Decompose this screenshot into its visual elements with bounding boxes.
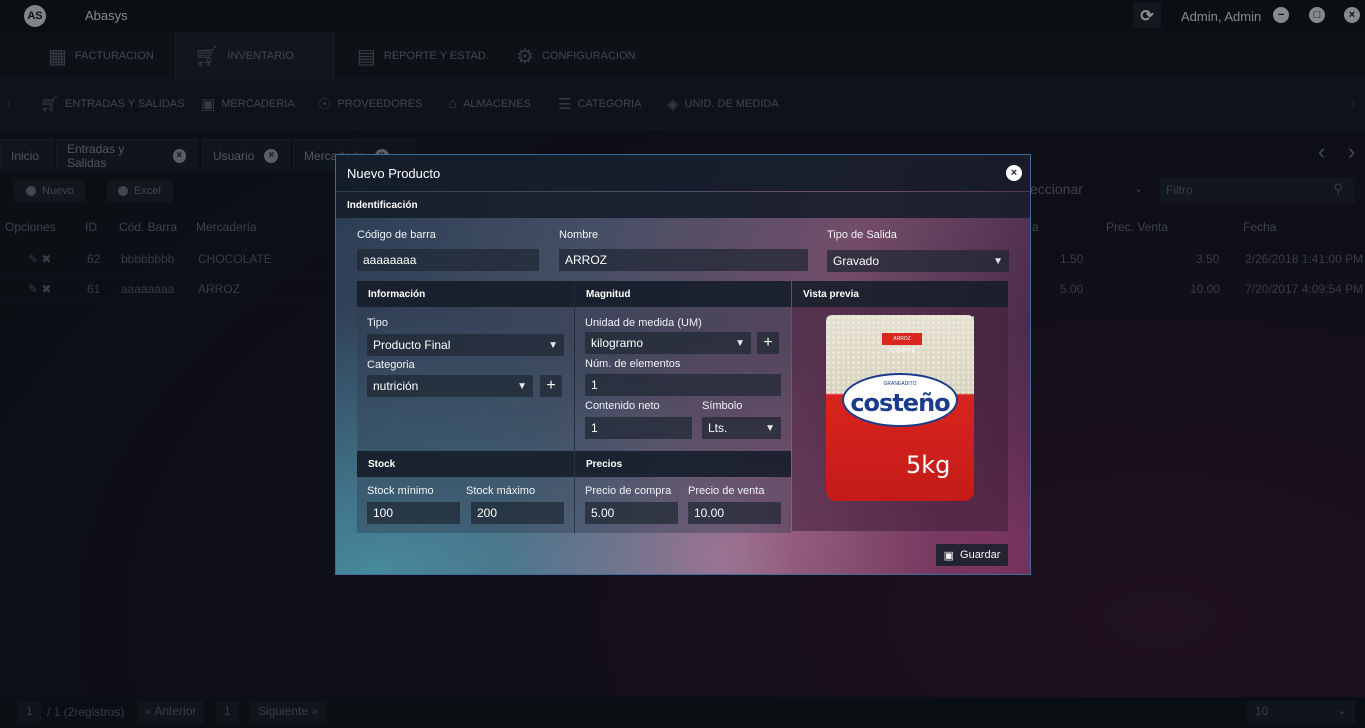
output-type-label: Tipo de Salida — [827, 229, 897, 241]
net-content-label: Contenido neto — [585, 400, 660, 412]
stock-min-field[interactable]: 100 — [367, 502, 460, 524]
output-type-value: Gravado — [833, 254, 880, 268]
type-label: Tipo — [367, 317, 388, 329]
category-value: nutrición — [373, 379, 419, 393]
buy-price-label: Precio de compra — [585, 485, 672, 497]
chevron-down-icon: ▼ — [517, 380, 527, 392]
save-label: Guardar — [960, 549, 1001, 561]
plus-icon: + — [546, 377, 556, 394]
symbol-value: Lts. — [708, 421, 728, 435]
brand-sub: GRANEADITO — [883, 381, 917, 387]
save-button[interactable]: ▣ Guardar — [936, 544, 1008, 566]
section-vista-previa: Vista previa — [792, 281, 1008, 307]
modal-title: Nuevo Producto — [347, 166, 441, 181]
section-stock: Stock — [357, 451, 574, 477]
chevron-down-icon: ▼ — [993, 255, 1003, 267]
barcode-field[interactable]: aaaaaaaa — [357, 249, 539, 271]
sell-price-field[interactable]: 10.00 — [688, 502, 781, 524]
chevron-down-icon: ▼ — [765, 422, 775, 434]
unit-select[interactable]: kilogramo ▼ — [585, 332, 751, 354]
output-type-select[interactable]: Gravado ▼ — [827, 250, 1009, 272]
type-value: Producto Final — [373, 338, 451, 352]
product-tag: ARROZ SUPERIOR — [882, 333, 922, 354]
net-content-field[interactable]: 1 — [585, 417, 692, 439]
unit-label: Unidad de medida (UM) — [585, 317, 702, 329]
symbol-label: Símbolo — [702, 400, 743, 412]
product-bag: ARROZ SUPERIOR GRANEADITO costeño 5kg — [826, 315, 974, 501]
section-precios: Precios — [575, 451, 791, 477]
symbol-select[interactable]: Lts. ▼ — [702, 417, 781, 439]
section-informacion: Información — [357, 281, 574, 307]
add-unit-button[interactable]: + — [757, 332, 779, 354]
unit-value: kilogramo — [591, 336, 644, 350]
type-select[interactable]: Producto Final ▼ — [367, 334, 564, 356]
brand-logo: costeño — [850, 389, 950, 417]
new-product-dialog: Nuevo Producto × Indentificación Código … — [335, 154, 1031, 575]
stock-max-field[interactable]: 200 — [471, 502, 564, 524]
sell-price-label: Precio de venta — [688, 485, 765, 497]
section-identificacion: Indentificación — [336, 192, 1030, 218]
name-label: Nombre — [559, 229, 599, 241]
count-label: Núm. de elementos — [585, 358, 681, 370]
close-icon: × — [1010, 167, 1018, 179]
name-field[interactable]: ARROZ — [559, 249, 808, 271]
save-icon: ▣ — [943, 549, 955, 562]
count-field[interactable]: 1 — [585, 374, 781, 396]
buy-price-field[interactable]: 5.00 — [585, 502, 678, 524]
product-preview-image: ARROZ SUPERIOR GRANEADITO costeño 5kg — [792, 307, 1008, 531]
stock-min-label: Stock mínimo — [367, 485, 434, 497]
product-weight: 5kg — [906, 451, 951, 479]
plus-icon: + — [763, 334, 773, 351]
add-category-button[interactable]: + — [540, 375, 562, 397]
chevron-down-icon: ▼ — [548, 339, 558, 351]
barcode-label: Código de barra — [357, 229, 436, 241]
category-label: Categoria — [367, 359, 415, 371]
stock-max-label: Stock máximo — [466, 485, 536, 497]
close-modal-button[interactable]: × — [1006, 165, 1022, 181]
chevron-down-icon: ▼ — [735, 337, 745, 349]
category-select[interactable]: nutrición ▼ — [367, 375, 533, 397]
section-magnitud: Magnitud — [575, 281, 791, 307]
